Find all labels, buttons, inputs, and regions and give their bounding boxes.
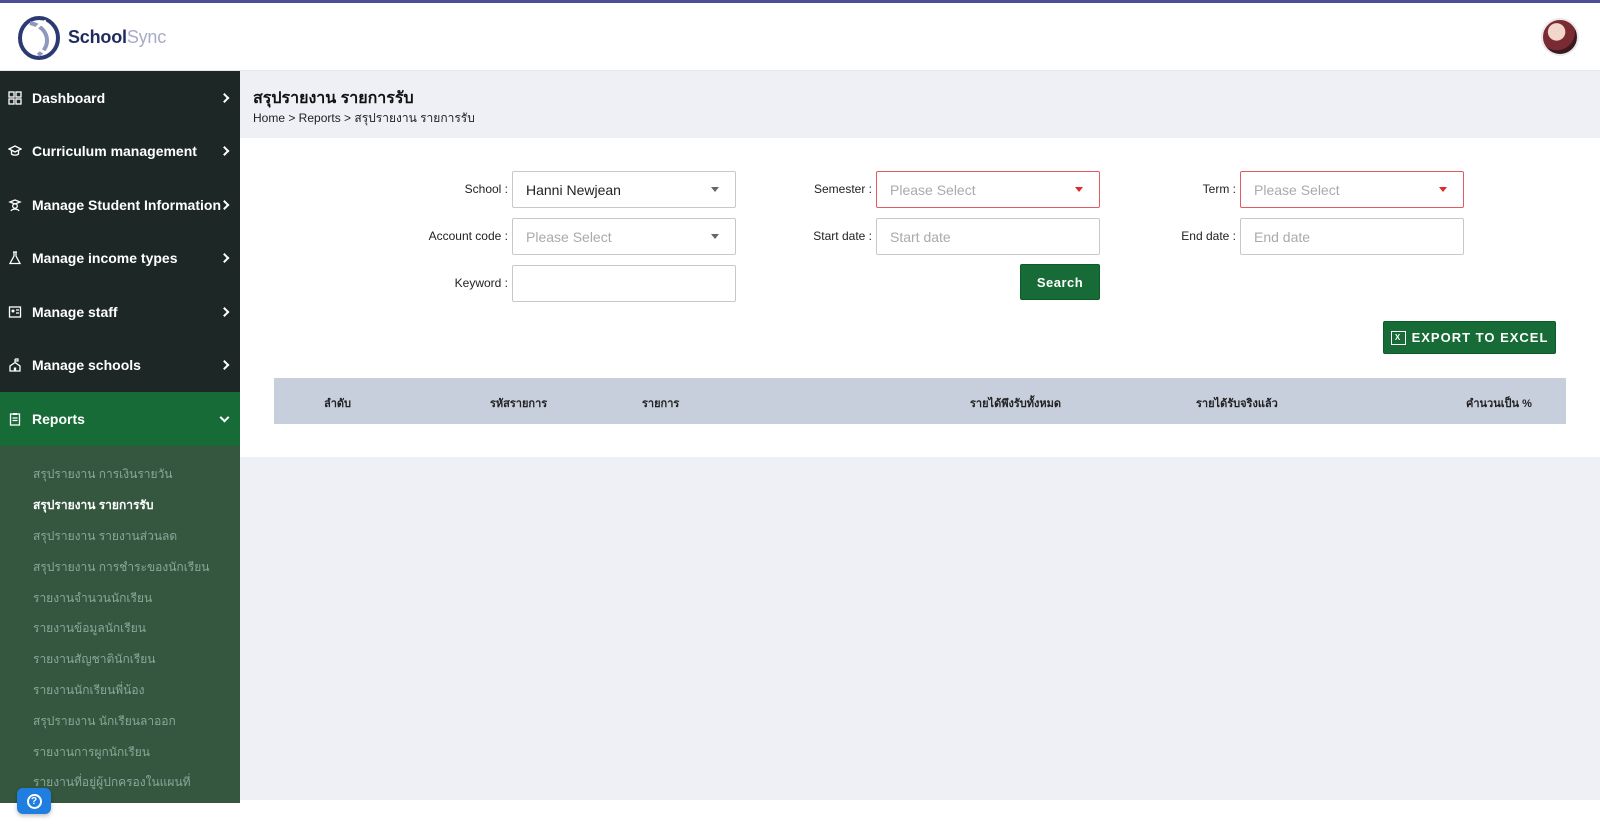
caret-down-icon [1075, 187, 1083, 192]
term-select[interactable]: Please Select [1240, 171, 1464, 208]
flask-icon [8, 251, 22, 265]
export-button-label: EXPORT TO EXCEL [1411, 330, 1549, 345]
semester-label: Semester : [813, 182, 872, 196]
start-date-input[interactable]: Start date [876, 218, 1100, 255]
end-date-input[interactable]: End date [1240, 218, 1464, 255]
logo-text-school: School [68, 26, 127, 47]
filter-panel: School : Hanni Newjean Semester : Please… [240, 138, 1600, 457]
chevron-right-icon [219, 360, 230, 371]
chevron-right-icon [219, 306, 230, 317]
sidebar-item-student-info[interactable]: Manage Student Information [0, 178, 240, 232]
submenu-item[interactable]: รายงานการผูกนักเรียน [0, 737, 240, 768]
sidebar-item-income-types[interactable]: Manage income types [0, 232, 240, 286]
account-code-placeholder: Please Select [526, 228, 612, 245]
help-button[interactable]: ? [17, 788, 51, 814]
chevron-right-icon [219, 92, 230, 103]
school-label: School : [464, 182, 508, 196]
breadcrumb: Home > Reports > สรุปรายงาน รายการรับ [253, 111, 475, 125]
caret-down-icon [711, 187, 719, 192]
column-header-received-income: รายได้รับจริงแล้ว [1196, 398, 1278, 410]
semester-select-placeholder: Please Select [890, 181, 976, 198]
sidebar-item-dashboard[interactable]: Dashboard [0, 71, 240, 125]
start-date-placeholder: Start date [890, 228, 951, 245]
sidebar-item-reports[interactable]: Reports [0, 392, 240, 446]
chevron-right-icon [219, 253, 230, 264]
sidebar-item-label: Manage schools [32, 357, 141, 374]
submenu-item[interactable]: รายงานข้อมูลนักเรียน [0, 613, 240, 644]
logo-text: SchoolSync [68, 27, 166, 48]
reports-submenu: สรุปรายงาน การเงินรายวัน สรุปรายงาน รายก… [0, 445, 240, 803]
column-header-item: รายการ [642, 398, 680, 410]
clipboard-icon [9, 412, 21, 426]
keyword-input[interactable] [512, 265, 736, 302]
chevron-right-icon [219, 146, 230, 157]
logo-text-sync: Sync [126, 26, 167, 47]
main-content: สรุปรายงาน รายการรับ Home > Reports > สร… [240, 71, 1600, 800]
caret-down-icon [711, 234, 719, 239]
chevron-down-icon [219, 412, 230, 423]
sidebar-item-label: Curriculum management [32, 143, 197, 160]
semester-select[interactable]: Please Select [876, 171, 1100, 208]
start-date-label: Start date : [813, 229, 872, 243]
sidebar-item-label: Manage income types [32, 250, 178, 267]
account-code-label: Account code : [428, 229, 508, 243]
column-header-percent: คำนวนเป็น % [1466, 398, 1532, 410]
student-icon [8, 199, 22, 212]
sidebar-item-schools[interactable]: Manage schools [0, 339, 240, 393]
graduation-cap-icon [8, 145, 22, 157]
sidebar-item-staff[interactable]: Manage staff [0, 285, 240, 339]
term-label: Term : [1202, 182, 1236, 196]
submenu-item[interactable]: รายงานสัญชาตินักเรียน [0, 644, 240, 675]
sidebar-item-label: Manage Student Information [32, 196, 221, 213]
submenu-item[interactable]: สรุปรายงาน นักเรียนลาออก [0, 706, 240, 737]
submenu-item[interactable]: รายงานจำนวนนักเรียน [0, 583, 240, 614]
sidebar-item-label: Reports [32, 410, 85, 427]
app-header: SchoolSync [0, 3, 1600, 71]
keyword-label: Keyword : [454, 276, 508, 290]
sidebar-item-label: Dashboard [32, 89, 106, 106]
column-header-expected-income: รายได้พึงรับทั้งหมด [970, 398, 1061, 410]
page-title: สรุปรายงาน รายการรับ [253, 90, 414, 107]
end-date-label: End date : [1181, 229, 1236, 243]
logo-mark-icon [18, 16, 60, 60]
search-button[interactable]: Search [1020, 264, 1100, 300]
sidebar: Dashboard Curriculum management Manage S… [0, 71, 240, 803]
sidebar-item-curriculum[interactable]: Curriculum management [0, 125, 240, 179]
submenu-item[interactable]: สรุปรายงาน รายงานส่วนลด [0, 521, 240, 552]
column-header-item-code: รหัสรายการ [490, 398, 548, 410]
school-icon [9, 358, 21, 372]
submenu-item[interactable]: รายงานนักเรียนพี่น้อง [0, 675, 240, 706]
term-select-placeholder: Please Select [1254, 181, 1340, 198]
caret-down-icon [1439, 187, 1447, 192]
school-select[interactable]: Hanni Newjean [512, 171, 736, 208]
school-select-value: Hanni Newjean [526, 181, 621, 198]
export-excel-button[interactable]: X EXPORT TO EXCEL [1383, 321, 1556, 354]
column-header-order: ลำดับ [324, 398, 352, 410]
submenu-item[interactable]: สรุปรายงาน การเงินรายวัน [0, 460, 240, 491]
submenu-item-active[interactable]: สรุปรายงาน รายการรับ [0, 490, 240, 521]
account-code-select[interactable]: Please Select [512, 218, 736, 255]
submenu-item[interactable]: สรุปรายงาน การชำระของนักเรียน [0, 552, 240, 583]
end-date-placeholder: End date [1254, 228, 1311, 245]
table-header: ลำดับ รหัสรายการ รายการ รายได้พึงรับทั้ง… [274, 378, 1566, 424]
chevron-right-icon [219, 199, 230, 210]
app-logo[interactable]: SchoolSync [16, 13, 166, 61]
dashboard-icon [8, 91, 22, 105]
sidebar-item-label: Manage staff [32, 303, 118, 320]
question-icon: ? [26, 793, 42, 809]
user-avatar[interactable] [1541, 18, 1579, 56]
excel-icon: X [1390, 330, 1406, 345]
staff-icon [8, 306, 22, 318]
